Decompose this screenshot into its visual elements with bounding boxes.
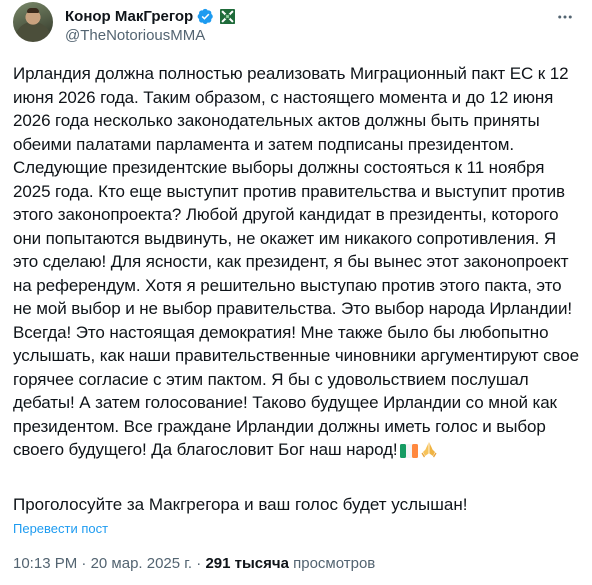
praying-hands-emoji-glyph (421, 442, 437, 458)
views-count: 291 тысяча (205, 555, 289, 572)
author-display-name[interactable]: Конор МакГрегор (65, 8, 193, 25)
author-handle[interactable]: @TheNotoriousMMA (65, 27, 205, 44)
meta-separator: · (196, 555, 202, 572)
author-name-row: Конор МакГрегор (65, 6, 236, 26)
meta-separator: · (81, 555, 87, 572)
tweet-header: Конор МакГрегор @TheNotoriousMMA (13, 2, 576, 48)
irish-flag-emoji (399, 441, 418, 465)
three-dots-glyph (558, 15, 572, 19)
tweet-paragraph-text: Ирландия должна полностью реализовать Ми… (13, 64, 579, 459)
tweet-call-to-action: Проголосуйте за Макгрегора и ваш голос б… (13, 495, 468, 514)
tweet-time[interactable]: 10:13 PM (13, 555, 77, 572)
irish-flag-badge-icon (220, 8, 236, 24)
tweet: Конор МакГрегор @TheNotoriousMMA Ирланди… (0, 0, 592, 585)
tweet-text: Ирландия должна полностью реализовать Ми… (13, 62, 579, 465)
tweet-date[interactable]: 20 мар. 2025 г. (91, 555, 193, 572)
avatar-hair-shape (27, 8, 39, 13)
three-dots-icon[interactable] (554, 8, 576, 26)
views-label: просмотров (293, 555, 376, 572)
verified-badge-icon (197, 8, 213, 24)
tweet-paragraph: Ирландия должна полностью реализовать Ми… (13, 62, 579, 465)
avatar[interactable] (13, 2, 53, 42)
praying-hands-emoji (420, 440, 438, 465)
tweet-meta: 10:13 PM · 20 мар. 2025 г. · 291 тысяча … (13, 555, 375, 572)
translate-post-link[interactable]: Перевести пост (13, 521, 108, 536)
irish-flag-emoji-glyph (399, 444, 418, 458)
